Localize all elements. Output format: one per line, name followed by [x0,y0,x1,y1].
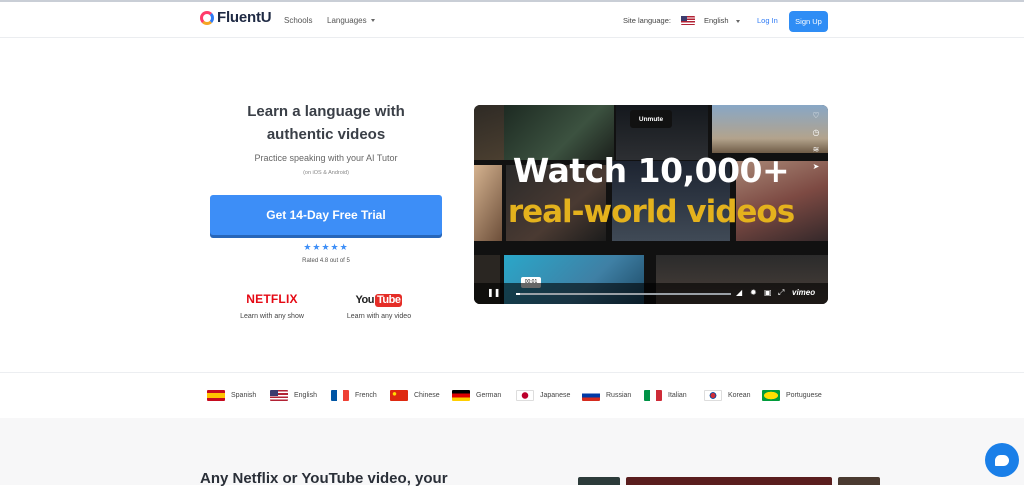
language-label: Chinese [414,392,440,399]
hero-platforms: (on iOS & Android) [303,170,349,176]
language-link-chinese[interactable]: Chinese [390,390,440,401]
fluentu-logo-icon [200,10,214,25]
pause-icon[interactable]: ❚❚ [487,288,500,297]
heart-icon[interactable]: ♡ [812,111,819,121]
fullscreen-icon[interactable]: ⤢ [778,288,784,298]
logo-text: FluentU [217,9,272,26]
hero-title-line1: Learn a language with [247,103,405,120]
chevron-down-icon [370,19,375,23]
nav-languages-dropdown[interactable]: Languages [327,16,375,25]
pip-icon[interactable]: ▣ [764,288,772,297]
netflix-feature: NETFLIX Learn with any show [232,292,312,320]
youtube-caption: Learn with any video [346,313,412,320]
japanese-flag-icon [516,390,534,401]
us-flag-icon [681,16,695,25]
send-icon[interactable]: ➤ [813,162,820,172]
vimeo-logo[interactable]: vimeo [792,288,815,297]
language-label: Italian [668,392,687,399]
netflix-logo: NETFLIX [246,292,298,306]
settings-icon[interactable]: ✹ [750,288,757,297]
login-link[interactable]: Log In [757,16,778,25]
language-label: English [294,392,317,399]
chat-widget-button[interactable] [985,443,1019,477]
youtube-logo-you: You [355,294,375,306]
chinese-flag-icon [390,390,408,401]
video-thumbnail [838,477,880,485]
features-section: Any Netflix or YouTube video, your [0,418,1024,487]
language-label: Portuguese [786,392,822,399]
youtube-logo-tube: Tube [375,293,403,307]
language-label: Japanese [540,392,571,399]
unmute-button[interactable]: Unmute [630,110,672,128]
language-link-spanish[interactable]: Spanish [207,390,256,401]
language-link-portuguese[interactable]: Portuguese [762,390,822,401]
fluentu-logo[interactable]: FluentU [200,9,272,26]
free-trial-button[interactable]: Get 14-Day Free Trial [210,195,442,235]
language-label: Korean [728,392,751,399]
chat-icon [995,454,1009,466]
italian-flag-icon [644,390,662,401]
promo-video-player[interactable]: Watch 10,000+ real-world videos Unmute ♡… [474,105,828,304]
korean-flag-icon [704,390,722,401]
language-link-russian[interactable]: Russian [582,390,631,401]
language-label: Russian [606,392,632,399]
english-flag-icon [270,390,288,401]
nav-languages-label: Languages [327,16,367,25]
language-link-japanese[interactable]: Japanese [516,390,570,401]
german-flag-icon [452,390,470,401]
french-flag-icon [331,390,349,401]
language-strip: Spanish English French Chinese German Japanes… [0,372,1024,418]
video-headline-2: real-world videos [507,194,795,230]
language-link-english[interactable]: English [270,390,317,401]
site-language-label: Site language: [623,16,671,25]
youtube-logo: You Tube [340,292,418,308]
section-title: Any Netflix or YouTube video, your [200,470,448,487]
language-label: French [355,392,377,399]
hero-title-line2: authentic videos [266,126,386,143]
video-controls: ❚❚ ◢ ✹ ▣ ⤢ vimeo [474,283,828,304]
signup-button[interactable]: Sign Up [789,11,828,32]
language-label: Spanish [231,392,257,399]
language-label: German [476,392,502,399]
top-navigation: FluentU Schools Languages Site language:… [0,0,1024,38]
hero-subtitle: Practice speaking with your AI Tutor [254,153,398,163]
video-progress-bar[interactable] [516,293,731,295]
youtube-feature: You Tube Learn with any video [340,292,418,320]
hero-title: Learn a language with authentic videos [210,100,442,146]
rating-text: Rated 4.8 out of 5 [302,258,350,264]
video-thumbnail [578,477,620,485]
volume-icon[interactable]: ◢ [736,288,742,297]
language-link-french[interactable]: French [331,390,377,401]
layers-icon[interactable]: ≋ [813,145,820,155]
netflix-caption: Learn with any show [240,313,304,320]
language-link-italian[interactable]: Italian [644,390,687,401]
chevron-down-icon [735,19,740,23]
portuguese-flag-icon [762,390,780,401]
language-link-korean[interactable]: Korean [704,390,751,401]
nav-schools-link[interactable]: Schools [284,16,312,25]
spanish-flag-icon [207,390,225,401]
clock-icon[interactable]: ◷ [813,128,820,138]
site-language-value: English [704,16,729,25]
rating-stars: ★★★★★ [303,242,349,252]
video-progress-fill [516,293,521,295]
video-side-actions: ♡ ◷ ≋ ➤ [810,111,822,172]
video-thumbnail [626,477,832,485]
site-language-select[interactable]: English [704,16,740,25]
video-headline-1: Watch 10,000+ [512,151,790,190]
language-link-german[interactable]: German [452,390,501,401]
russian-flag-icon [582,390,600,401]
